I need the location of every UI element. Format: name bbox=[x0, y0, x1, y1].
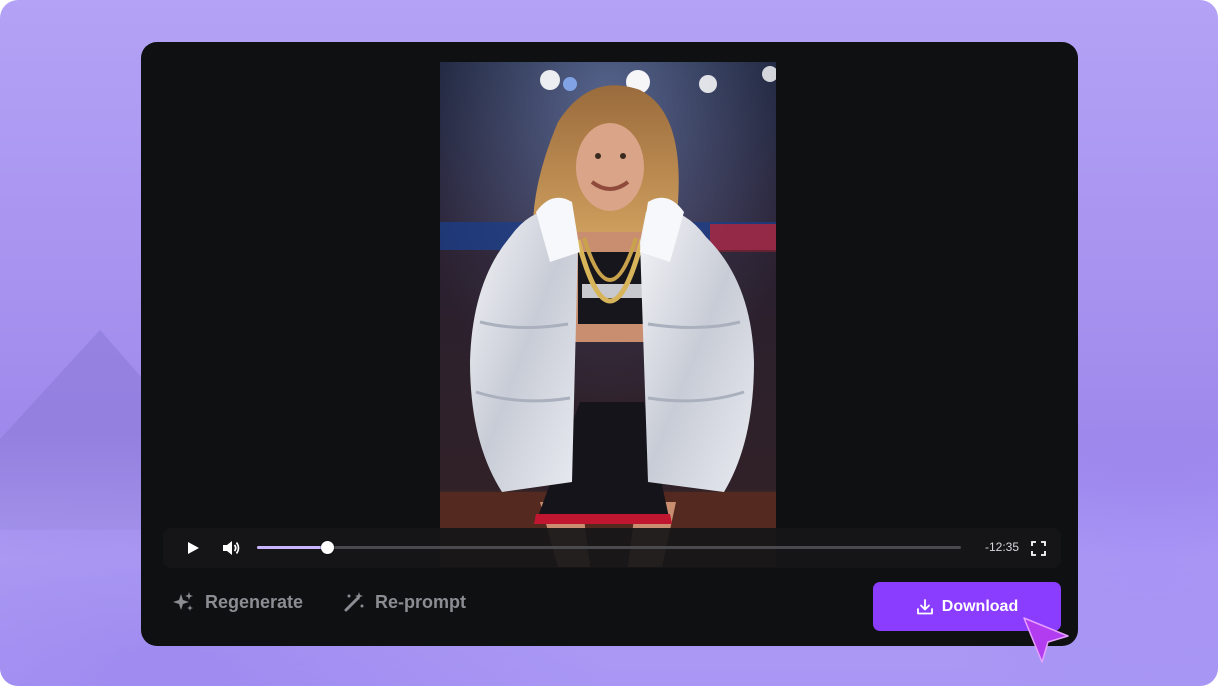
time-remaining: -12:35 bbox=[984, 540, 1020, 554]
download-label: Download bbox=[941, 597, 1019, 615]
download-icon bbox=[916, 598, 933, 614]
video-frame bbox=[440, 62, 776, 567]
regenerate-label: Regenerate bbox=[205, 591, 304, 612]
volume-button[interactable] bbox=[221, 538, 241, 558]
progress-bar[interactable] bbox=[257, 541, 961, 554]
play-icon bbox=[188, 542, 199, 554]
fullscreen-button[interactable] bbox=[1028, 538, 1048, 558]
progress-thumb[interactable] bbox=[321, 541, 335, 554]
magic-wand-icon bbox=[344, 592, 364, 612]
pointer-cursor-icon bbox=[1023, 617, 1069, 663]
app-frame: -12:35 Regenerate Re-prompt Download bbox=[0, 0, 1218, 686]
progress-fill bbox=[257, 546, 328, 549]
play-button[interactable] bbox=[183, 538, 203, 558]
video-controls: -12:35 bbox=[163, 528, 1061, 568]
video-preview[interactable] bbox=[440, 62, 776, 567]
reprompt-label: Re-prompt bbox=[375, 591, 466, 612]
sparkles-icon bbox=[173, 592, 193, 611]
reprompt-button[interactable]: Re-prompt bbox=[343, 590, 466, 614]
video-result-card: -12:35 Regenerate Re-prompt Download bbox=[141, 42, 1078, 646]
fullscreen-icon bbox=[1030, 540, 1046, 556]
volume-icon bbox=[223, 541, 240, 555]
regenerate-button[interactable]: Regenerate bbox=[171, 590, 303, 614]
